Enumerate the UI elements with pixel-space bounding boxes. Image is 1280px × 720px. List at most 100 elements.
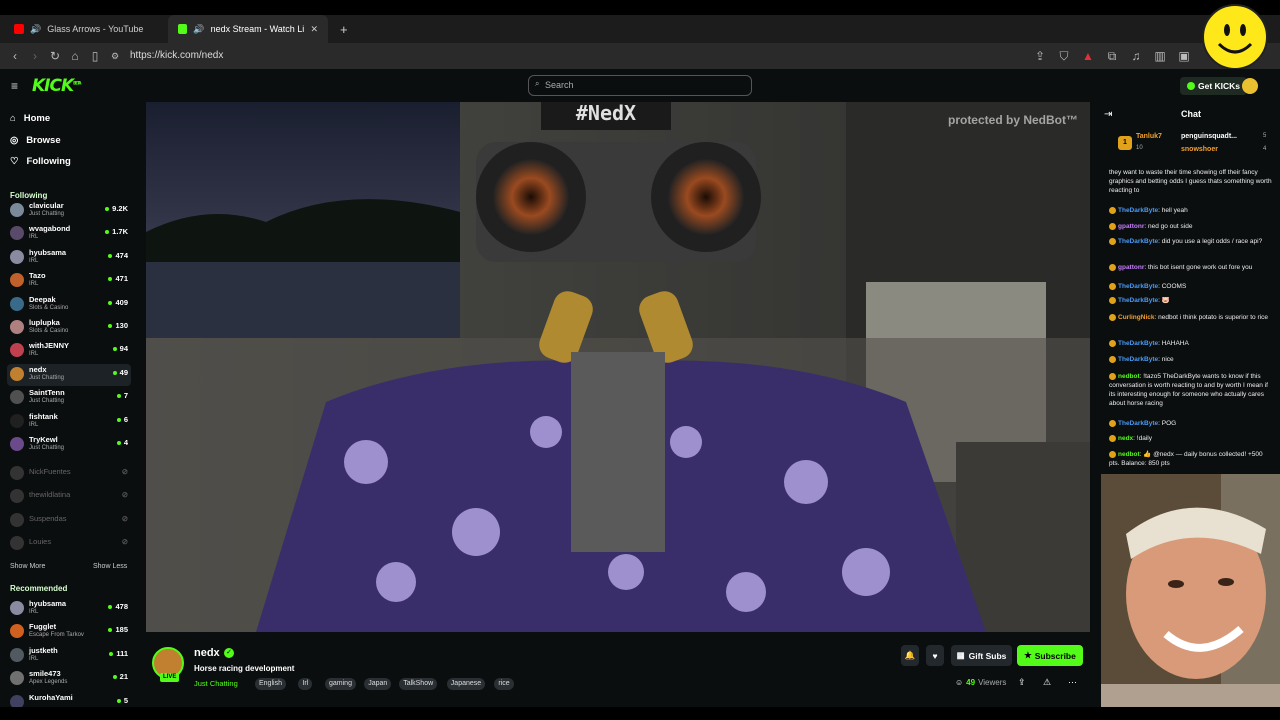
chat-text: ned go out side bbox=[1147, 223, 1193, 230]
channel-name: smile473 bbox=[29, 669, 61, 679]
chat-username[interactable]: TheDarkByte bbox=[1118, 207, 1158, 214]
gifter-name[interactable]: penguinsquadt... bbox=[1181, 133, 1237, 140]
chat-message: TheDarkByte: POG bbox=[1109, 419, 1274, 428]
stream-tag[interactable]: rice bbox=[494, 678, 514, 690]
nav-home[interactable]: ⌂ Home bbox=[10, 113, 50, 124]
nav-following[interactable]: ♡ Following bbox=[10, 156, 71, 167]
channel-item[interactable]: Deepak Slots & Casino 409 bbox=[7, 294, 131, 316]
channel-viewers: 21 bbox=[113, 672, 128, 681]
wallet-icon[interactable]: ▣ bbox=[1174, 49, 1194, 64]
home-browser-icon[interactable]: ⌂ bbox=[65, 49, 85, 63]
channel-item[interactable]: clavicular Just Chatting 9.2K bbox=[7, 200, 131, 222]
site-settings-icon[interactable]: ⚙ bbox=[105, 51, 125, 62]
channel-item-offline[interactable]: Louies ⊘ bbox=[7, 533, 131, 555]
reload-icon[interactable]: ↻ bbox=[45, 49, 65, 63]
channel-item[interactable]: fishtank IRL 6 bbox=[7, 411, 131, 433]
subscribe-button[interactable]: ★ Subscribe bbox=[1017, 645, 1083, 666]
chat-username[interactable]: CurlingNick bbox=[1118, 314, 1154, 321]
channel-item[interactable]: SaintTenn Just Chatting 7 bbox=[7, 387, 131, 409]
chat-username[interactable]: nedx bbox=[1118, 435, 1133, 442]
hamburger-icon[interactable]: ≡ bbox=[11, 79, 18, 93]
channel-item[interactable]: Fugglet Escape From Tarkov 185 bbox=[7, 621, 131, 643]
stream-tag[interactable]: Japan bbox=[364, 678, 392, 690]
channel-viewers: 471 bbox=[108, 274, 128, 283]
get-kicks-button[interactable]: Get KICKs bbox=[1180, 77, 1248, 95]
notification-bell-button[interactable]: 🔔 bbox=[901, 645, 919, 666]
sidebar-toggle-icon[interactable]: ▥ bbox=[1150, 49, 1170, 64]
chat-username[interactable]: nedbot bbox=[1118, 373, 1140, 380]
collapse-chat-icon[interactable]: ⇥ bbox=[1104, 109, 1112, 120]
channel-item[interactable]: hyubsama IRL 478 bbox=[7, 598, 131, 620]
nav-browse[interactable]: ◎ Browse bbox=[10, 135, 61, 146]
gift-subs-button[interactable]: ▦ Gift Subs bbox=[951, 645, 1012, 666]
user-avatar[interactable] bbox=[1242, 78, 1258, 94]
forward-icon[interactable]: › bbox=[25, 49, 45, 63]
chat-message: they want to waste their time showing of… bbox=[1109, 168, 1274, 195]
channel-item[interactable]: withJENNY IRL 94 bbox=[7, 340, 131, 362]
chat-username[interactable]: gpattonr bbox=[1118, 223, 1144, 230]
kick-logo[interactable]: KICKBETA bbox=[32, 76, 81, 96]
channel-name: hyubsama bbox=[29, 247, 67, 257]
channel-item[interactable]: smile473 Apex Legends 21 bbox=[7, 668, 131, 690]
channel-item-offline[interactable]: Suspendas ⊘ bbox=[7, 510, 131, 532]
rewards-icon[interactable]: ▲ bbox=[1078, 49, 1098, 64]
channel-name: KurohaYami bbox=[29, 692, 73, 702]
chat-username[interactable]: TheDarkByte bbox=[1118, 340, 1158, 347]
channel-item[interactable]: justketh IRL 111 bbox=[7, 645, 131, 667]
shield-icon[interactable]: ⛉ bbox=[1054, 49, 1074, 64]
stream-tag[interactable]: English bbox=[255, 678, 286, 690]
channel-item[interactable]: TryKewl Just Chatting 4 bbox=[7, 434, 131, 456]
channel-item[interactable]: Tazo IRL 471 bbox=[7, 270, 131, 292]
gifter-name[interactable]: Tanluk7 bbox=[1136, 133, 1162, 140]
channel-item[interactable]: wvagabond IRL 1.7K bbox=[7, 223, 131, 245]
bookmark-icon[interactable]: ▯ bbox=[85, 49, 105, 63]
chat-username[interactable]: nedbot bbox=[1118, 451, 1140, 458]
channel-name: nedx bbox=[29, 364, 47, 374]
gifter-name[interactable]: snowshoer bbox=[1181, 146, 1218, 153]
tab-youtube[interactable]: 🔊 Glass Arrows - YouTube bbox=[4, 15, 164, 43]
stream-tag[interactable]: TalkShow bbox=[399, 678, 438, 690]
video-player[interactable]: #NedX protected by NedBot™ bbox=[146, 102, 1090, 632]
channel-viewers: 6 bbox=[117, 415, 128, 424]
music-icon[interactable]: ♫ bbox=[1126, 49, 1146, 64]
new-tab-button[interactable]: + bbox=[330, 15, 358, 43]
streamer-name[interactable]: nedx bbox=[194, 647, 220, 659]
stream-tag[interactable]: gaming bbox=[325, 678, 356, 690]
chat-username[interactable]: TheDarkByte bbox=[1118, 420, 1158, 427]
stream-tag[interactable]: Irl bbox=[298, 678, 313, 690]
channel-item[interactable]: luplupka Slots & Casino 130 bbox=[7, 317, 131, 339]
share-stream-icon[interactable]: ⇪ bbox=[1018, 677, 1026, 688]
show-more-button[interactable]: Show More bbox=[10, 563, 45, 570]
gifter-count: 10 bbox=[1136, 145, 1143, 151]
chat-message: nedbot: 👍 @nedx — daily bonus collected!… bbox=[1109, 450, 1274, 468]
more-options-icon[interactable]: ⋯ bbox=[1068, 677, 1077, 688]
close-tab-icon[interactable]: ✕ bbox=[310, 24, 318, 35]
chat-username[interactable]: TheDarkByte bbox=[1118, 238, 1158, 245]
logo-beta: BETA bbox=[73, 80, 81, 86]
stream-category[interactable]: Just Chatting bbox=[194, 679, 238, 688]
channel-item-offline[interactable]: NickFuentes ⊘ bbox=[7, 463, 131, 485]
search-input[interactable]: ⌕ Search bbox=[528, 75, 752, 96]
chat-username[interactable]: gpattonr bbox=[1118, 264, 1144, 271]
extensions-icon[interactable]: ⧉ bbox=[1102, 49, 1122, 64]
report-icon[interactable]: ⚠ bbox=[1043, 677, 1051, 688]
channel-item-offline[interactable]: thewildlatina ⊘ bbox=[7, 486, 131, 508]
address-bar[interactable]: https://kick.com/nedx bbox=[130, 50, 223, 61]
chat-username[interactable]: TheDarkByte bbox=[1118, 297, 1158, 304]
stream-tag[interactable]: Japanese bbox=[446, 678, 486, 690]
channel-name: NickFuentes bbox=[29, 467, 71, 476]
back-icon[interactable]: ‹ bbox=[5, 49, 25, 63]
chat-username[interactable]: TheDarkByte bbox=[1118, 283, 1158, 290]
bell-icon: 🔔 bbox=[904, 650, 916, 660]
chat-username[interactable]: TheDarkByte bbox=[1118, 356, 1158, 363]
share-icon[interactable]: ⇪ bbox=[1030, 49, 1050, 64]
channel-item[interactable]: hyubsama IRL 474 bbox=[7, 247, 131, 269]
sub-badge-icon bbox=[1109, 282, 1116, 290]
tab-kick[interactable]: 🔊 nedx Stream - Watch Live on ✕ bbox=[168, 15, 328, 43]
channel-item[interactable]: nedx Just Chatting 49 bbox=[7, 363, 131, 386]
sub-badge-icon bbox=[1109, 339, 1116, 347]
heart-icon: ♡ bbox=[10, 156, 19, 167]
show-less-button[interactable]: Show Less bbox=[93, 563, 127, 570]
follow-button[interactable]: ♥ bbox=[926, 645, 944, 666]
sub-badge-icon bbox=[1109, 222, 1116, 230]
